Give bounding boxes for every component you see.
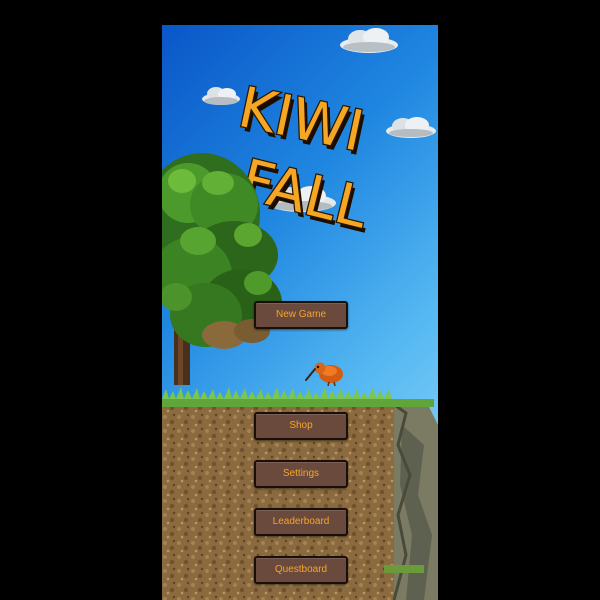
questboard-button[interactable]: Questboard — [254, 556, 348, 584]
new-game-button[interactable]: New Game — [254, 301, 348, 329]
settings-button[interactable]: Settings — [254, 460, 348, 488]
app-background: KIWI KIWI FALL FALL New Game Shop Settin… — [0, 0, 600, 600]
game-screen: KIWI KIWI FALL FALL New Game Shop Settin… — [162, 25, 438, 600]
tree-icon — [162, 153, 282, 385]
shop-button[interactable]: Shop — [254, 412, 348, 440]
leaderboard-button[interactable]: Leaderboard — [254, 508, 348, 536]
kiwi-bird-icon — [305, 362, 343, 386]
grass-icon — [162, 399, 434, 407]
